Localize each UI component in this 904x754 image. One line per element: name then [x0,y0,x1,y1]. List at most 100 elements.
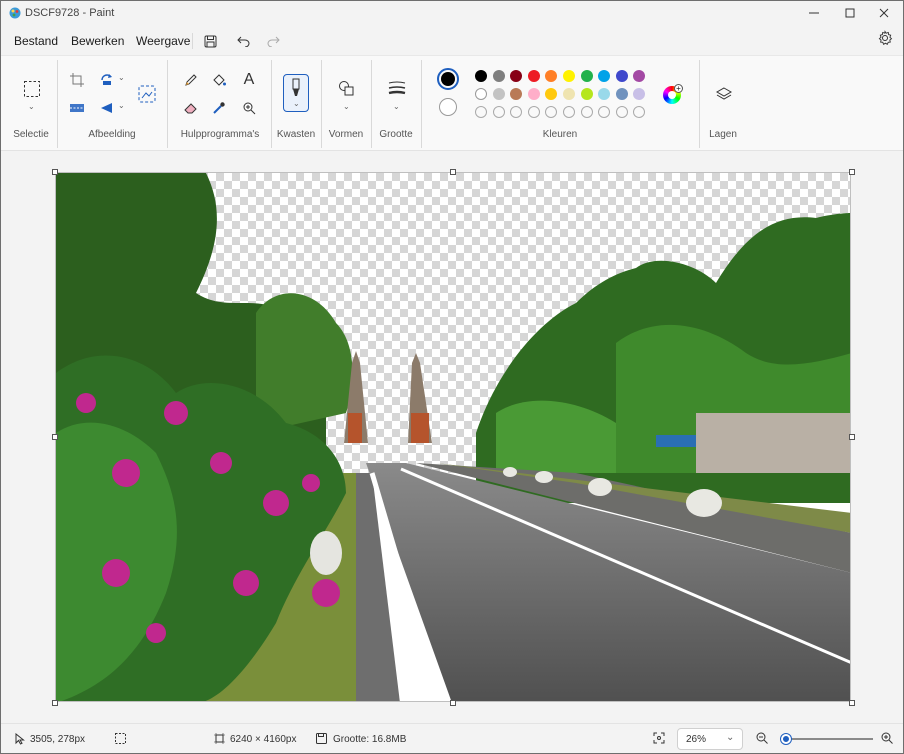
fill-button[interactable] [209,70,229,90]
zoom-out-icon[interactable] [756,732,768,744]
text-tool-icon: A [243,71,255,88]
palette-swatch[interactable] [580,70,593,82]
palette-swatch[interactable] [598,70,611,82]
chevron-down-icon[interactable]: ⌄ [393,102,400,111]
zoom-in-icon[interactable] [881,732,893,744]
palette-empty-swatch[interactable] [633,106,646,118]
save-button[interactable] [199,30,221,52]
palette-empty-swatch[interactable] [492,106,505,118]
canvas-area[interactable] [1,152,903,722]
title-bar: DSCF9728 - Paint [1,1,903,25]
palette-swatch[interactable] [563,70,575,82]
resize-handle-bottom-right[interactable] [849,700,855,706]
resize-icon [70,104,84,112]
palette-swatch[interactable] [615,88,628,100]
minimize-button[interactable] [797,1,831,25]
palette-swatch[interactable] [545,70,558,82]
chevron-down-icon[interactable]: ⌄ [118,73,125,82]
eraser-icon [184,103,197,114]
size-button[interactable] [387,78,407,98]
chevron-down-icon[interactable]: ⌄ [118,101,125,110]
palette-empty-swatch[interactable] [563,106,575,118]
palette-swatch[interactable] [492,70,505,82]
zoom-slider-thumb[interactable] [780,734,791,744]
resize-handle-left[interactable] [52,434,58,440]
shapes-button[interactable] [336,78,356,98]
fit-to-window-icon[interactable] [653,732,665,744]
brushes-button[interactable]: ⌄ [283,74,309,112]
eyedropper-icon [213,102,225,114]
zoom-slider[interactable] [780,734,873,744]
palette-swatch[interactable] [475,70,487,82]
palette-swatch[interactable] [615,70,628,82]
secondary-color-button[interactable] [439,98,457,116]
palette-empty-swatch[interactable] [475,106,487,118]
menu-edit[interactable]: Bewerken [71,34,124,48]
palette-swatch[interactable] [527,88,540,100]
ribbon-divider [57,60,58,148]
palette-swatch[interactable] [633,70,646,82]
palette-empty-swatch[interactable] [580,106,593,118]
resize-handle-top-right[interactable] [849,169,855,175]
palette-empty-swatch[interactable] [545,106,558,118]
undo-button[interactable] [233,30,255,52]
resize-handle-bottom[interactable] [450,700,456,706]
rotate-button[interactable] [97,70,117,90]
minimize-icon [809,12,819,14]
group-label-image: Afbeelding [88,129,136,140]
ribbon-divider [699,60,700,148]
maximize-icon [845,8,855,18]
redo-button[interactable] [262,30,284,52]
close-icon [879,8,889,18]
palette-swatch[interactable] [475,88,487,100]
chevron-down-icon[interactable]: ⌄ [343,102,350,111]
crop-button[interactable] [67,70,87,90]
resize-button[interactable] [67,98,87,118]
undo-icon [237,36,250,47]
resize-handle-bottom-left[interactable] [52,700,58,706]
resize-handle-top-left[interactable] [52,169,58,175]
maximize-button[interactable] [833,1,867,25]
zoom-level-select[interactable]: 26% ⌄ [677,728,743,750]
edit-colors-button[interactable]: + [663,84,683,104]
palette-swatch[interactable] [510,88,523,100]
redo-icon [267,36,280,47]
palette-swatch[interactable] [580,88,593,100]
flip-button[interactable] [97,98,117,118]
chevron-down-icon[interactable]: ⌄ [28,102,35,111]
cursor-pointer-icon [15,733,25,745]
magnifier-button[interactable] [239,98,259,118]
palette-swatch[interactable] [545,88,558,100]
menu-file[interactable]: Bestand [14,34,58,48]
palette-swatch[interactable] [492,88,505,100]
palette-swatch[interactable] [510,70,523,82]
color-picker-button[interactable] [209,98,229,118]
settings-gear-icon[interactable] [877,30,893,46]
text-button[interactable]: A [239,70,259,90]
pencil-icon [185,74,197,86]
image-canvas[interactable] [55,172,851,702]
group-label-tools: Hulpprogramma's [180,129,260,140]
window-title: DSCF9728 - Paint [25,7,115,19]
palette-empty-swatch[interactable] [510,106,523,118]
resize-handle-right[interactable] [849,434,855,440]
palette-swatch[interactable] [527,70,540,82]
image-creator-icon [138,85,156,103]
resize-handle-top[interactable] [450,169,456,175]
image-generator-button[interactable] [137,84,157,104]
menu-view[interactable]: Weergave [136,34,190,48]
close-button[interactable] [867,1,901,25]
select-button[interactable] [21,78,43,100]
pencil-button[interactable] [181,70,201,90]
palette-swatch[interactable] [633,88,646,100]
eraser-button[interactable] [181,98,201,118]
primary-color-swatch [441,72,455,86]
palette-swatch[interactable] [563,88,575,100]
primary-color-button[interactable] [437,68,459,90]
palette-empty-swatch[interactable] [527,106,540,118]
layers-button[interactable] [714,84,734,104]
palette-empty-swatch[interactable] [598,106,611,118]
crop-icon [70,73,84,87]
palette-empty-swatch[interactable] [615,106,628,118]
palette-swatch[interactable] [598,88,611,100]
